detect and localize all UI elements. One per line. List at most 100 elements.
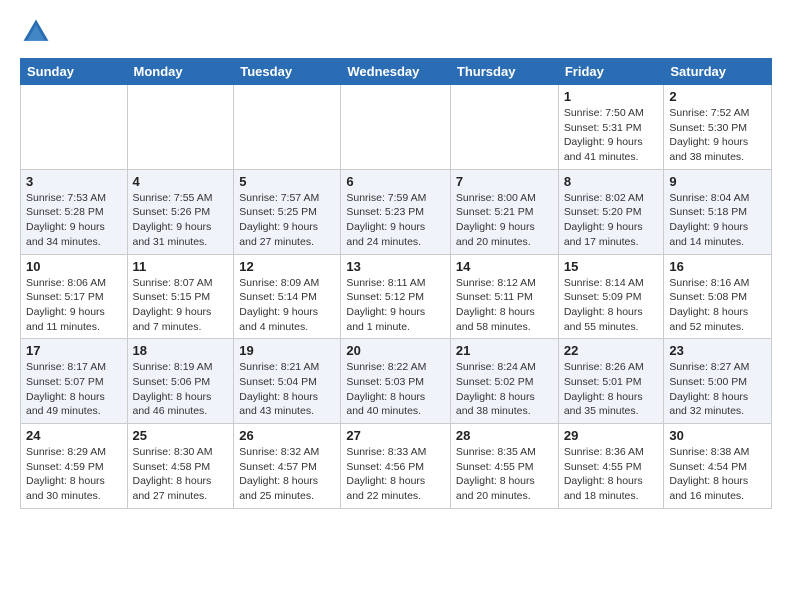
calendar-cell: 10 Sunrise: 8:06 AM Sunset: 5:17 PM Dayli… bbox=[21, 254, 128, 339]
day-info: Sunrise: 8:26 AM Sunset: 5:01 PM Dayligh… bbox=[564, 360, 659, 419]
day-info: Sunrise: 8:02 AM Sunset: 5:20 PM Dayligh… bbox=[564, 191, 659, 250]
weekday-friday: Friday bbox=[558, 59, 664, 85]
day-info: Sunrise: 7:53 AM Sunset: 5:28 PM Dayligh… bbox=[26, 191, 122, 250]
day-info: Sunrise: 8:17 AM Sunset: 5:07 PM Dayligh… bbox=[26, 360, 122, 419]
calendar-cell: 21 Sunrise: 8:24 AM Sunset: 5:02 PM Dayli… bbox=[450, 339, 558, 424]
calendar-cell: 11 Sunrise: 8:07 AM Sunset: 5:15 PM Dayli… bbox=[127, 254, 234, 339]
logo bbox=[20, 16, 58, 48]
calendar-cell: 26 Sunrise: 8:32 AM Sunset: 4:57 PM Dayli… bbox=[234, 424, 341, 509]
day-number: 17 bbox=[26, 343, 122, 358]
calendar-week-4: 17 Sunrise: 8:17 AM Sunset: 5:07 PM Dayli… bbox=[21, 339, 772, 424]
calendar-cell: 8 Sunrise: 8:02 AM Sunset: 5:20 PM Daylig… bbox=[558, 169, 664, 254]
day-info: Sunrise: 8:36 AM Sunset: 4:55 PM Dayligh… bbox=[564, 445, 659, 504]
day-number: 23 bbox=[669, 343, 766, 358]
weekday-header-row: SundayMondayTuesdayWednesdayThursdayFrid… bbox=[21, 59, 772, 85]
day-info: Sunrise: 8:21 AM Sunset: 5:04 PM Dayligh… bbox=[239, 360, 335, 419]
calendar-cell: 18Sunrise: 8:19 AM Sunset: 5:06 PM Dayli… bbox=[127, 339, 234, 424]
calendar-cell: 28 Sunrise: 8:35 AM Sunset: 4:55 PM Dayli… bbox=[450, 424, 558, 509]
calendar-table: SundayMondayTuesdayWednesdayThursdayFrid… bbox=[20, 58, 772, 509]
day-number: 29 bbox=[564, 428, 659, 443]
day-info: Sunrise: 7:50 AM Sunset: 5:31 PM Dayligh… bbox=[564, 106, 659, 165]
calendar-cell: 24 Sunrise: 8:29 AM Sunset: 4:59 PM Dayli… bbox=[21, 424, 128, 509]
weekday-wednesday: Wednesday bbox=[341, 59, 451, 85]
day-number: 10 bbox=[26, 259, 122, 274]
calendar-cell bbox=[21, 85, 128, 170]
day-info: Sunrise: 8:06 AM Sunset: 5:17 PM Dayligh… bbox=[26, 276, 122, 335]
day-info: Sunrise: 8:12 AM Sunset: 5:11 PM Dayligh… bbox=[456, 276, 553, 335]
calendar-cell: 5 Sunrise: 7:57 AM Sunset: 5:25 PM Daylig… bbox=[234, 169, 341, 254]
calendar-cell: 9Sunrise: 8:04 AM Sunset: 5:18 PM Daylig… bbox=[664, 169, 772, 254]
day-info: Sunrise: 7:59 AM Sunset: 5:23 PM Dayligh… bbox=[346, 191, 445, 250]
day-number: 12 bbox=[239, 259, 335, 274]
day-number: 2 bbox=[669, 89, 766, 104]
day-number: 20 bbox=[346, 343, 445, 358]
day-number: 8 bbox=[564, 174, 659, 189]
day-number: 14 bbox=[456, 259, 553, 274]
logo-icon bbox=[20, 16, 52, 48]
day-number: 15 bbox=[564, 259, 659, 274]
calendar-cell: 15Sunrise: 8:14 AM Sunset: 5:09 PM Dayli… bbox=[558, 254, 664, 339]
calendar-cell: 4Sunrise: 7:55 AM Sunset: 5:26 PM Daylig… bbox=[127, 169, 234, 254]
calendar-cell: 6Sunrise: 7:59 AM Sunset: 5:23 PM Daylig… bbox=[341, 169, 451, 254]
day-info: Sunrise: 8:22 AM Sunset: 5:03 PM Dayligh… bbox=[346, 360, 445, 419]
day-number: 25 bbox=[133, 428, 229, 443]
day-number: 11 bbox=[133, 259, 229, 274]
day-info: Sunrise: 7:57 AM Sunset: 5:25 PM Dayligh… bbox=[239, 191, 335, 250]
weekday-saturday: Saturday bbox=[664, 59, 772, 85]
day-number: 27 bbox=[346, 428, 445, 443]
day-number: 19 bbox=[239, 343, 335, 358]
calendar-cell: 1 Sunrise: 7:50 AM Sunset: 5:31 PM Daylig… bbox=[558, 85, 664, 170]
day-number: 28 bbox=[456, 428, 553, 443]
day-number: 4 bbox=[133, 174, 229, 189]
calendar-cell: 7 Sunrise: 8:00 AM Sunset: 5:21 PM Daylig… bbox=[450, 169, 558, 254]
weekday-monday: Monday bbox=[127, 59, 234, 85]
calendar-cell bbox=[341, 85, 451, 170]
calendar-cell: 30 Sunrise: 8:38 AM Sunset: 4:54 PM Dayli… bbox=[664, 424, 772, 509]
day-info: Sunrise: 8:09 AM Sunset: 5:14 PM Dayligh… bbox=[239, 276, 335, 335]
weekday-thursday: Thursday bbox=[450, 59, 558, 85]
day-number: 26 bbox=[239, 428, 335, 443]
day-info: Sunrise: 8:00 AM Sunset: 5:21 PM Dayligh… bbox=[456, 191, 553, 250]
calendar-cell: 19 Sunrise: 8:21 AM Sunset: 5:04 PM Dayli… bbox=[234, 339, 341, 424]
day-number: 30 bbox=[669, 428, 766, 443]
calendar-cell: 2 Sunrise: 7:52 AM Sunset: 5:30 PM Daylig… bbox=[664, 85, 772, 170]
calendar-cell: 23Sunrise: 8:27 AM Sunset: 5:00 PM Dayli… bbox=[664, 339, 772, 424]
day-info: Sunrise: 8:33 AM Sunset: 4:56 PM Dayligh… bbox=[346, 445, 445, 504]
calendar-cell: 3 Sunrise: 7:53 AM Sunset: 5:28 PM Daylig… bbox=[21, 169, 128, 254]
calendar-cell: 13Sunrise: 8:11 AM Sunset: 5:12 PM Dayli… bbox=[341, 254, 451, 339]
day-info: Sunrise: 8:07 AM Sunset: 5:15 PM Dayligh… bbox=[133, 276, 229, 335]
calendar-cell: 12 Sunrise: 8:09 AM Sunset: 5:14 PM Dayli… bbox=[234, 254, 341, 339]
day-info: Sunrise: 8:35 AM Sunset: 4:55 PM Dayligh… bbox=[456, 445, 553, 504]
day-info: Sunrise: 8:04 AM Sunset: 5:18 PM Dayligh… bbox=[669, 191, 766, 250]
weekday-sunday: Sunday bbox=[21, 59, 128, 85]
page: SundayMondayTuesdayWednesdayThursdayFrid… bbox=[0, 0, 792, 525]
day-number: 18 bbox=[133, 343, 229, 358]
day-number: 1 bbox=[564, 89, 659, 104]
calendar-cell: 27 Sunrise: 8:33 AM Sunset: 4:56 PM Dayli… bbox=[341, 424, 451, 509]
header bbox=[20, 16, 772, 48]
day-number: 3 bbox=[26, 174, 122, 189]
day-info: Sunrise: 8:30 AM Sunset: 4:58 PM Dayligh… bbox=[133, 445, 229, 504]
calendar-cell bbox=[450, 85, 558, 170]
day-info: Sunrise: 8:24 AM Sunset: 5:02 PM Dayligh… bbox=[456, 360, 553, 419]
calendar-cell: 17 Sunrise: 8:17 AM Sunset: 5:07 PM Dayli… bbox=[21, 339, 128, 424]
calendar-cell: 22 Sunrise: 8:26 AM Sunset: 5:01 PM Dayli… bbox=[558, 339, 664, 424]
calendar-cell: 16 Sunrise: 8:16 AM Sunset: 5:08 PM Dayli… bbox=[664, 254, 772, 339]
day-info: Sunrise: 7:52 AM Sunset: 5:30 PM Dayligh… bbox=[669, 106, 766, 165]
day-number: 7 bbox=[456, 174, 553, 189]
day-info: Sunrise: 8:32 AM Sunset: 4:57 PM Dayligh… bbox=[239, 445, 335, 504]
day-info: Sunrise: 8:38 AM Sunset: 4:54 PM Dayligh… bbox=[669, 445, 766, 504]
day-number: 22 bbox=[564, 343, 659, 358]
day-number: 21 bbox=[456, 343, 553, 358]
day-number: 13 bbox=[346, 259, 445, 274]
weekday-tuesday: Tuesday bbox=[234, 59, 341, 85]
day-info: Sunrise: 8:29 AM Sunset: 4:59 PM Dayligh… bbox=[26, 445, 122, 504]
day-number: 16 bbox=[669, 259, 766, 274]
calendar-week-3: 10 Sunrise: 8:06 AM Sunset: 5:17 PM Dayli… bbox=[21, 254, 772, 339]
day-number: 5 bbox=[239, 174, 335, 189]
day-number: 24 bbox=[26, 428, 122, 443]
calendar-cell: 25 Sunrise: 8:30 AM Sunset: 4:58 PM Dayli… bbox=[127, 424, 234, 509]
day-info: Sunrise: 8:16 AM Sunset: 5:08 PM Dayligh… bbox=[669, 276, 766, 335]
calendar-week-2: 3 Sunrise: 7:53 AM Sunset: 5:28 PM Daylig… bbox=[21, 169, 772, 254]
calendar-cell: 20 Sunrise: 8:22 AM Sunset: 5:03 PM Dayli… bbox=[341, 339, 451, 424]
